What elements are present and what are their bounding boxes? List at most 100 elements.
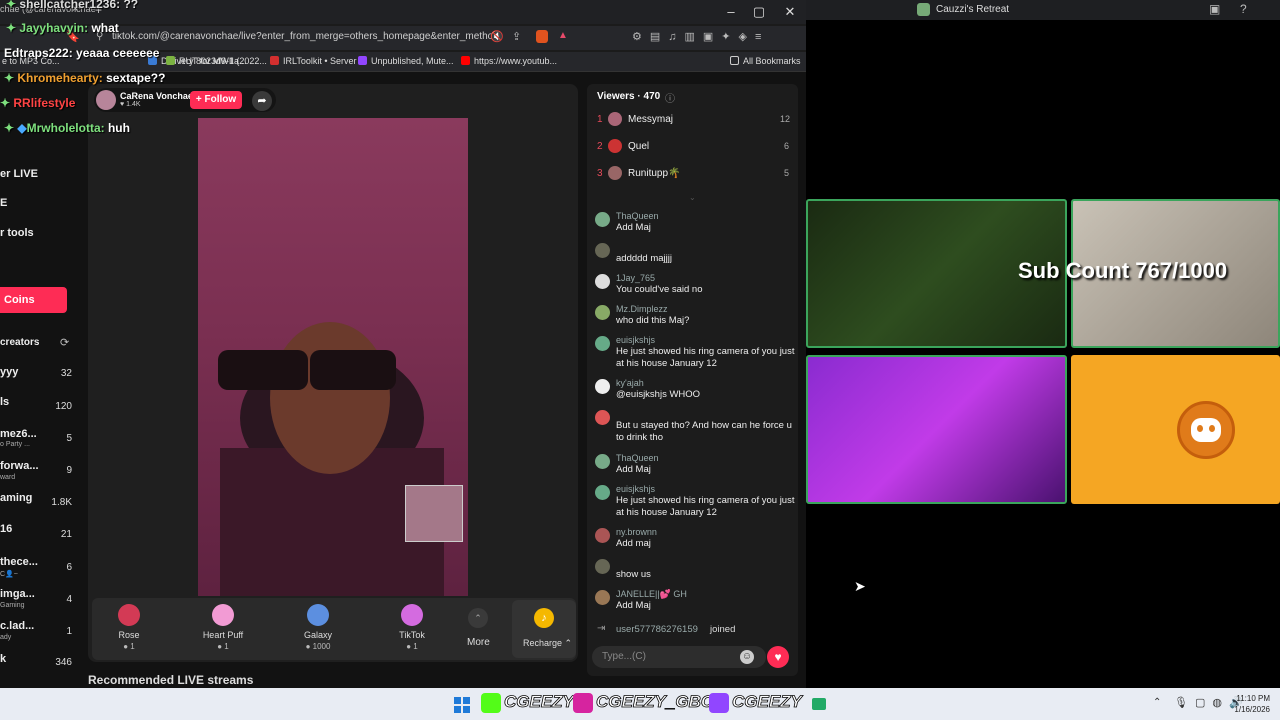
info-icon[interactable]: ⓘ (665, 90, 675, 105)
viewer-score: 6 (784, 141, 790, 151)
bookmark-item[interactable]: RUT for MWII (2022... (166, 56, 267, 66)
join-icon: ⇥ (597, 623, 606, 634)
host-avatar[interactable] (96, 90, 116, 110)
windows-start-icon[interactable] (454, 697, 470, 713)
creator-viewers: 4 (66, 594, 72, 605)
creator-name[interactable]: forwa... (0, 460, 39, 472)
overlay-message: Edtraps222: yeaaa ceeeeee (4, 46, 160, 60)
gift-galaxy[interactable]: Galaxy ● 1000 (283, 604, 353, 651)
creator-viewers: 21 (60, 529, 72, 540)
viewer-score: 12 (780, 114, 791, 124)
join-notice-user: user577786276159 (616, 624, 698, 635)
galaxy-icon (307, 604, 329, 626)
guest-pip[interactable] (405, 485, 463, 542)
close-window-icon[interactable]: ✕ (779, 3, 801, 21)
brave-rewards-icon[interactable]: ▲ (558, 30, 568, 41)
bookmark-item[interactable]: IRLToolkit • Server (270, 56, 357, 66)
creator-viewers: 9 (66, 465, 72, 476)
emoji-icon[interactable]: ☺ (740, 650, 754, 664)
coin-icon: ♪ (534, 608, 554, 628)
chevron-down-icon[interactable]: ⌄ (689, 193, 696, 202)
creator-name[interactable]: k (0, 653, 6, 665)
avatar (608, 166, 622, 180)
overlay-message: ✦ shellcatcher1236: ?? (6, 0, 139, 11)
sidebar-item-tools[interactable]: r tools (0, 227, 34, 239)
recharge-label: Recharge ⌃ (523, 638, 573, 648)
host-name[interactable]: CaRena Vonchae (120, 91, 193, 101)
viewer-rank: 2 (597, 141, 603, 152)
sidebar-item-live[interactable]: er LIVE (0, 168, 38, 180)
viewer-name[interactable]: Quel (628, 141, 649, 152)
creator-subtitle: o Party ... (0, 441, 30, 448)
clock-time[interactable]: 11:10 PM (1236, 694, 1270, 703)
folder-icon (730, 56, 739, 65)
minimize-icon[interactable]: – (720, 3, 742, 21)
like-heart-icon[interactable]: ♥ (767, 646, 789, 668)
creator-viewers: 346 (55, 657, 72, 668)
discord-avatar-icon (1177, 401, 1235, 459)
chevron-up-icon[interactable]: ⌃ (1153, 697, 1161, 708)
overlay-message: ✦ ◆Mrwholelotta: huh (4, 121, 130, 135)
get-coins-button[interactable]: Coins (0, 287, 67, 313)
viewer-name[interactable]: Runitupp🌴 (628, 168, 680, 179)
refresh-icon[interactable]: ⟳ (60, 336, 69, 349)
creator-viewers: 1 (66, 626, 72, 637)
rose-icon (118, 604, 140, 626)
creator-name[interactable]: ls (0, 396, 9, 408)
creator-name[interactable]: thece... (0, 556, 38, 568)
kick-handle: CGEEZY (481, 692, 574, 713)
url-field[interactable]: tiktok.com/@carenavonchae/live?enter_fro… (112, 31, 502, 42)
video-tile-avatar[interactable] (1071, 355, 1280, 504)
creator-name[interactable]: 16 (0, 523, 12, 535)
creator-viewers: 120 (55, 401, 72, 412)
creator-viewers: 6 (66, 562, 72, 573)
maximize-icon[interactable]: ▢ (748, 3, 770, 21)
instagram-icon (573, 692, 593, 713)
viewers-title[interactable]: Viewers · 470 (597, 91, 660, 102)
clock-date[interactable]: 1/16/2026 (1226, 705, 1270, 714)
tiktok-gift-icon (401, 604, 423, 626)
help-icon[interactable]: ? (1240, 2, 1247, 16)
bookmark-item[interactable]: https://www.youtub... (461, 56, 557, 66)
share-live-icon[interactable]: ➦ (252, 91, 272, 111)
overlay-message: ✦ RRlifestyle (0, 96, 76, 110)
avatar (608, 112, 622, 126)
gift-heart-puff[interactable]: Heart Puff ● 1 (188, 604, 258, 651)
viewer-name[interactable]: Messymaj (628, 114, 673, 125)
creator-name[interactable]: aming (0, 492, 32, 504)
sub-count-overlay: Sub Count 767/1000 (1018, 258, 1228, 283)
creator-subtitle: C👤~ (0, 571, 18, 578)
creator-name[interactable]: mez6... (0, 428, 37, 440)
youtube-icon (461, 56, 470, 65)
host-likes: ♥ 1.4K (120, 101, 141, 108)
extensions-toolbar[interactable]: ⚙▤♫▥▣✦◈≡ (632, 30, 769, 43)
bookmark-item[interactable]: Unpublished, Mute... (358, 56, 454, 66)
mouse-cursor-icon: ➤ (854, 578, 866, 594)
heart-puff-icon (212, 604, 234, 626)
mute-tab-icon[interactable]: 🔇 (490, 30, 504, 43)
creator-subtitle: ward (0, 474, 16, 481)
brave-shield-icon[interactable] (536, 30, 548, 43)
creator-name[interactable]: imga... (0, 588, 35, 600)
gift-tiktok[interactable]: TikTok ● 1 (377, 604, 447, 651)
chevron-up-icon[interactable]: ⌃ (468, 608, 488, 628)
creator-name[interactable]: yyy (0, 366, 18, 378)
twitch-icon (709, 692, 729, 713)
instagram-handle: CGEEZY_GBC (573, 692, 714, 713)
server-icon (917, 3, 930, 16)
app-icon[interactable] (812, 698, 826, 710)
share-icon[interactable]: ⇪ (512, 30, 521, 43)
recommended-heading: Recommended LIVE streams (88, 673, 254, 687)
inbox-icon[interactable]: ▣ (1209, 2, 1220, 16)
gift-more-button[interactable]: More (467, 637, 490, 648)
creator-name[interactable]: c.lad... (0, 620, 34, 632)
creator-viewers: 1.8K (51, 497, 72, 508)
viewer-rank: 1 (597, 114, 603, 125)
gift-rose[interactable]: Rose ● 1 (94, 604, 164, 651)
all-bookmarks[interactable]: All Bookmarks (730, 56, 801, 66)
bookmark-icon (270, 56, 279, 65)
video-tile[interactable] (806, 355, 1067, 504)
sidebar-item[interactable]: E (0, 197, 7, 209)
follow-button[interactable]: + Follow (190, 91, 242, 109)
join-notice-text: joined (710, 624, 736, 635)
